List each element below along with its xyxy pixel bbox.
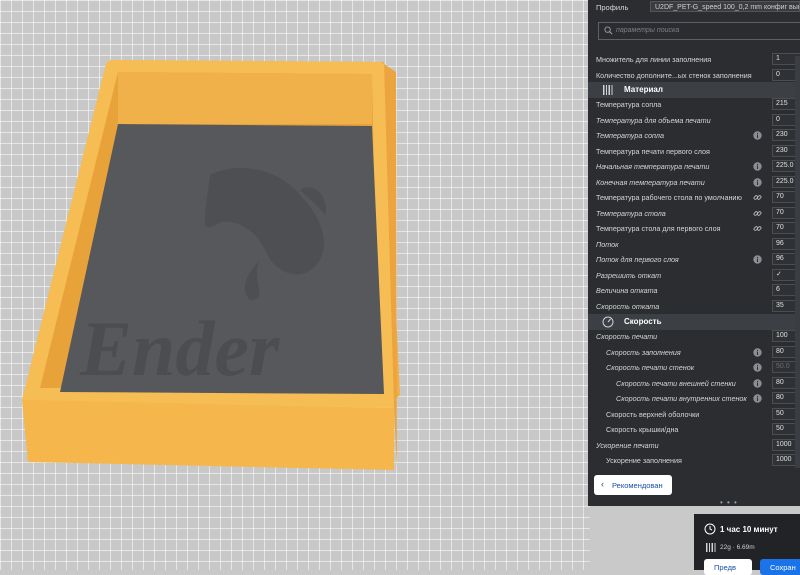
search-placeholder: параметры поиска — [616, 27, 680, 34]
setting-row: Скорость заполнения 80 — [596, 345, 800, 360]
setting-row: Поток 96 — [596, 237, 800, 252]
settings-scrollbar[interactable] — [795, 56, 800, 468]
setting-row: Множитель для линии заполнения 1 — [596, 52, 800, 67]
setting-label: Температура сопла — [596, 100, 662, 109]
setting-label: Количество дополните...ых стенок заполне… — [596, 70, 752, 80]
setting-row: Скорость печати 100 — [596, 329, 800, 344]
filament-icon — [706, 543, 716, 552]
setting-row: Температура рабочего стола по умолчанию 7… — [596, 190, 800, 205]
setting-label: Конечная температура печати — [596, 177, 705, 187]
profile-row: Профиль U2DF_PET-G_speed 100_0,2 mm конф… — [588, 0, 800, 14]
setting-row: Конечная температура печати 225.0 — [596, 175, 800, 190]
recommended-button-label: Рекомендован — [612, 481, 663, 490]
info-icon[interactable] — [753, 363, 762, 372]
setting-label: Скорость печати внутренних стенок — [616, 394, 747, 403]
setting-row: Скорость крышки/дна 50 — [596, 422, 800, 437]
setting-row: Количество дополните...ых стенок заполне… — [596, 68, 800, 83]
info-icon[interactable] — [753, 378, 762, 388]
section-speed-title: Скорость — [624, 317, 662, 326]
setting-label: Температура рабочего стола по умолчанию — [596, 193, 742, 202]
save-button[interactable]: Сохран — [760, 559, 800, 575]
setting-row: Температура стола 70 — [596, 206, 800, 221]
model-watermark-text: Ender — [79, 305, 280, 392]
setting-row: Температура печати первого слоя 230 — [596, 144, 800, 159]
link-icon[interactable] — [753, 224, 762, 233]
profile-select[interactable]: U2DF_PET-G_speed 100_0,2 mm конфиг выкл — [650, 1, 800, 12]
setting-row: Скорость печати стенок 50.0 — [596, 360, 800, 375]
setting-label: Разрешить откат — [596, 270, 662, 280]
setting-label: Температура стола — [596, 208, 666, 218]
info-icon[interactable] — [753, 255, 762, 264]
setting-label: Ускорение заполнения — [606, 456, 682, 465]
box-front-face — [22, 400, 394, 470]
setting-row: Скорость печати внутренних стенок 80 — [596, 391, 800, 406]
clock-icon — [704, 523, 716, 535]
setting-row: Скорость печати внешней стенки 80 — [596, 376, 800, 391]
setting-row: Начальная температура печати 225.0 — [596, 159, 800, 174]
setting-label: Поток — [596, 239, 619, 249]
setting-label: Величина отката — [596, 286, 658, 295]
setting-row: Величина отката 6 — [596, 283, 800, 298]
filament-usage: 22g · 6.69m — [720, 544, 755, 551]
preview-button[interactable]: Предв — [704, 559, 752, 575]
setting-label: Скорость печати — [596, 332, 658, 341]
info-icon[interactable] — [753, 162, 762, 171]
setting-label: Множитель для линии заполнения — [596, 55, 712, 64]
setting-row: Ускорение заполнения 1000 — [596, 453, 800, 468]
info-icon[interactable] — [753, 394, 762, 403]
search-settings-input[interactable]: параметры поиска — [598, 22, 800, 40]
recommended-button[interactable]: ‹ Рекомендован — [594, 475, 672, 495]
print-settings-panel: Профиль U2DF_PET-G_speed 100_0,2 mm конф… — [588, 0, 800, 506]
setting-row: Температура стола для первого слоя 70 — [596, 221, 800, 236]
panel-resize-handle[interactable]: • • • — [720, 498, 738, 507]
link-icon[interactable] — [753, 193, 762, 202]
setting-label: Скорость печати внешней стенки — [616, 378, 736, 388]
setting-row: Ускорение печати 1000 — [596, 438, 800, 453]
setting-label: Начальная температура печати — [596, 162, 710, 171]
setting-row: Скорость отката 35 — [596, 299, 800, 314]
setting-label: Температура сопла — [596, 131, 664, 140]
3d-viewport[interactable]: Ender — [0, 0, 590, 570]
recommended-bar: ‹ Рекомендован — [588, 470, 800, 502]
setting-label: Температура стола для первого слоя — [596, 224, 721, 233]
info-icon[interactable] — [753, 131, 762, 140]
profile-label: Профиль — [596, 3, 629, 12]
speed-icon — [602, 316, 614, 328]
setting-label: Ускорение печати — [596, 440, 659, 450]
setting-label: Температура печати первого слоя — [596, 146, 710, 156]
setting-label: Поток для первого слоя — [596, 255, 679, 264]
setting-label: Скорость верхней оболочки — [606, 409, 700, 419]
setting-row: Скорость верхней оболочки 50 — [596, 407, 800, 422]
model-render[interactable]: Ender — [0, 0, 590, 570]
box-inner-back-wall — [118, 72, 372, 124]
info-icon[interactable] — [753, 347, 762, 357]
setting-label: Скорость отката — [596, 301, 660, 311]
print-time: 1 час 10 минут — [720, 525, 778, 534]
setting-row: Температура сопла 230 — [596, 128, 800, 143]
setting-row: Температура для объема печати 0 — [596, 113, 800, 128]
section-speed[interactable]: Скорость — [588, 314, 800, 330]
search-icon — [604, 26, 613, 35]
save-button-label: Сохран — [770, 563, 796, 572]
setting-label: Скорость крышки/дна — [606, 425, 679, 434]
section-material-title: Материал — [624, 85, 663, 94]
setting-label: Скорость печати стенок — [606, 363, 695, 372]
link-icon[interactable] — [753, 209, 762, 218]
setting-label: Скорость заполнения — [606, 347, 681, 357]
setting-row: Поток для первого слоя 96 — [596, 252, 800, 267]
setting-label: Температура для объема печати — [596, 115, 711, 125]
material-icon — [603, 85, 613, 95]
chevron-left-icon: ‹ — [601, 479, 604, 489]
setting-row: Разрешить откат ✓ — [596, 268, 800, 283]
preview-button-label: Предв — [714, 563, 736, 572]
section-material[interactable]: Материал — [588, 82, 800, 98]
setting-row: Температура сопла 215 — [596, 97, 800, 112]
info-icon[interactable] — [753, 177, 762, 187]
